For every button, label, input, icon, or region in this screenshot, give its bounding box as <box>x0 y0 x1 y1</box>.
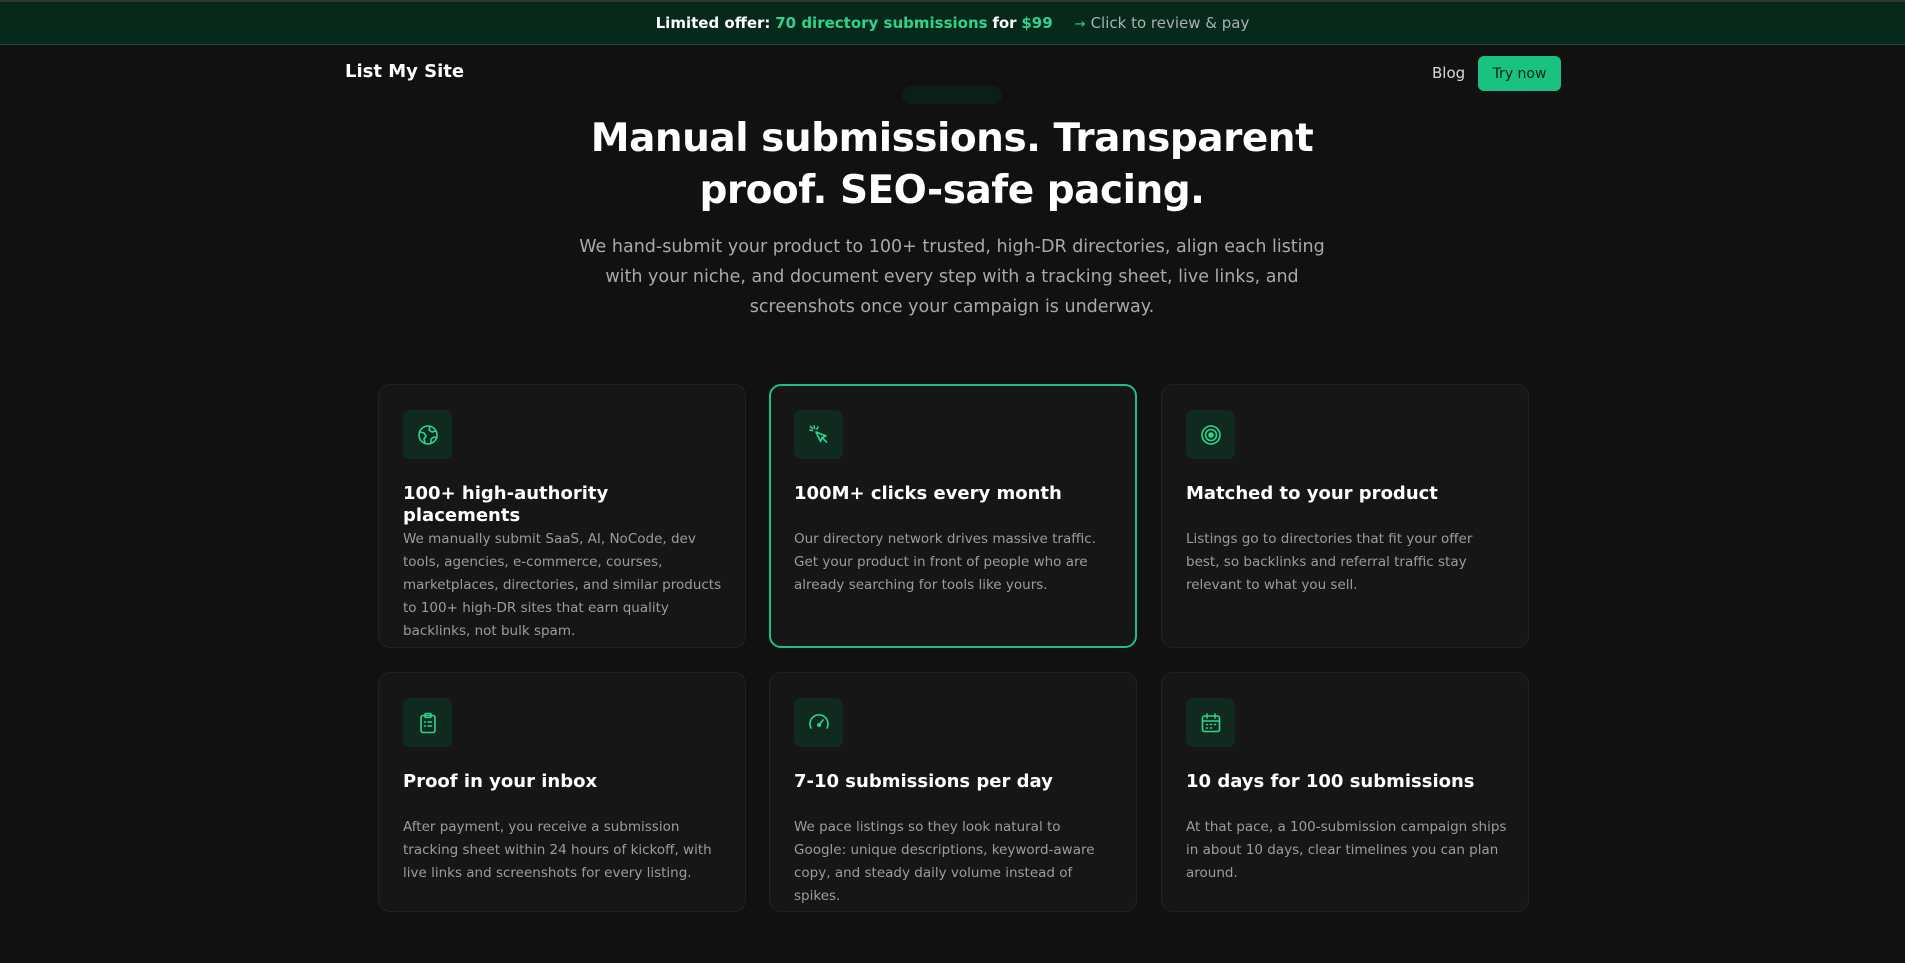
feature-title: 7-10 submissions per day <box>794 771 1053 792</box>
hero-subtitle: We hand-submit your product to 100+ trus… <box>579 237 1325 317</box>
feature-card-placements: 100+ high-authority placements We manual… <box>378 384 746 648</box>
feature-desc: At that pace, a 100-submission campaign … <box>1186 819 1507 881</box>
banner-for: for <box>992 14 1017 32</box>
feature-desc: Our directory network drives massive tra… <box>794 531 1097 593</box>
feature-card-pacing: 7-10 submissions per day We pace listing… <box>769 672 1137 912</box>
gauge-icon <box>794 698 843 747</box>
hero-title-line2: proof. SEO-safe pacing. <box>699 168 1205 213</box>
clipboard-icon <box>403 698 452 747</box>
nav-blog-link[interactable]: Blog <box>1432 64 1465 82</box>
hero-eyebrow-pill <box>902 86 1002 104</box>
hero-title: Manual submissions. Transparent proof. SE… <box>552 113 1352 217</box>
target-icon <box>1186 410 1235 459</box>
banner-prefix: Limited offer: <box>655 14 771 32</box>
site-logo[interactable]: List My Site <box>345 61 464 82</box>
feature-title: Matched to your product <box>1186 483 1438 504</box>
calendar-icon <box>1186 698 1235 747</box>
feature-desc: After payment, you receive a submission … <box>403 819 712 881</box>
feature-title: 100+ high-authority placements <box>403 483 609 526</box>
banner-cta-link[interactable]: → Click to review & pay <box>1075 14 1250 32</box>
banner-cta-label: Click to review & pay <box>1090 14 1250 32</box>
feature-desc: We manually submit SaaS, AI, NoCode, dev… <box>403 531 722 639</box>
banner-highlight: 70 directory submissions <box>775 14 988 32</box>
feature-title: Proof in your inbox <box>403 771 598 792</box>
feature-title: 10 days for 100 submissions <box>1186 771 1475 792</box>
hero-title-line1: Manual submissions. Transparent <box>590 116 1314 161</box>
feature-desc: We pace listings so they look natural to… <box>794 819 1095 904</box>
feature-card-clicks: 100M+ clicks every month Our directory n… <box>769 384 1137 648</box>
arrow-right-icon: → <box>1074 17 1086 32</box>
banner-price: $99 <box>1021 14 1053 32</box>
cursor-click-icon <box>794 410 843 459</box>
feature-desc: Listings go to directories that fit your… <box>1186 531 1473 593</box>
feature-card-proof: Proof in your inbox After payment, you r… <box>378 672 746 912</box>
feature-title: 100M+ clicks every month <box>794 483 1062 504</box>
globe-icon <box>403 410 452 459</box>
try-now-button[interactable]: Try now <box>1478 56 1561 91</box>
feature-card-timeline: 10 days for 100 submissions At that pace… <box>1161 672 1529 912</box>
promo-banner[interactable]: Limited offer: 70 directory submissions … <box>0 0 1905 45</box>
feature-card-matched: Matched to your product Listings go to d… <box>1161 384 1529 648</box>
